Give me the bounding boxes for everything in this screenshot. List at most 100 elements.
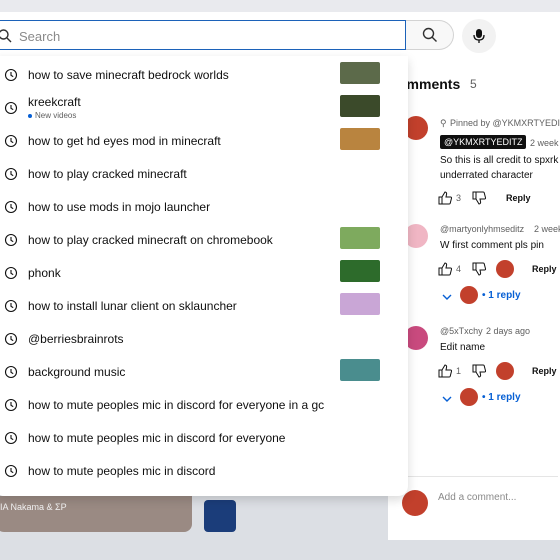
- creator-heart-avatar: [496, 362, 514, 380]
- search-button[interactable]: [406, 20, 454, 50]
- replies-count: 1 reply: [488, 290, 521, 301]
- new-videos-label: New videos: [28, 111, 76, 120]
- search-input[interactable]: [19, 25, 389, 47]
- history-icon: [4, 167, 18, 181]
- search-icon: [422, 27, 437, 42]
- suggestion-item[interactable]: how to play cracked minecraft: [0, 157, 408, 189]
- suggestion-item[interactable]: how to get hd eyes mod in minecraft: [0, 124, 408, 156]
- divider: [408, 476, 558, 477]
- suggestion-text: background music: [28, 365, 126, 379]
- new-dot-icon: [28, 113, 32, 118]
- comment-time[interactable]: 2 week: [530, 138, 559, 148]
- comment-author[interactable]: @YKMXRTYEDITZ: [440, 135, 527, 149]
- new-videos-text: New videos: [35, 111, 77, 120]
- history-icon: [4, 365, 18, 379]
- pinned-label: Pinned by @YKMXRTYEDITZ: [450, 118, 560, 128]
- suggestion-item[interactable]: kreekcraft New videos: [0, 91, 408, 123]
- suggestion-text: how to mute peoples mic in discord for e…: [28, 431, 286, 445]
- like-icon[interactable]: [438, 191, 452, 205]
- reply-button[interactable]: Reply: [532, 264, 557, 274]
- dislike-icon[interactable]: [472, 364, 486, 378]
- comments-panel: omments 5 ⚲ Pinned by @YKMXRTYEDITZ @YKM…: [388, 60, 560, 540]
- history-icon: [4, 299, 18, 313]
- suggestion-item[interactable]: how to mute peoples mic in discord: [0, 454, 408, 486]
- history-icon: [4, 266, 18, 280]
- creator-heart-avatar: [496, 260, 514, 278]
- suggestion-thumbnail: [340, 128, 380, 150]
- history-icon: [4, 431, 18, 445]
- view-replies-link[interactable]: • 1 reply: [482, 392, 521, 403]
- comments-count: 5: [470, 77, 477, 91]
- suggestion-thumbnail: [340, 227, 380, 249]
- masthead: [0, 12, 560, 60]
- suggestion-text: how to play cracked minecraft: [28, 167, 187, 181]
- history-icon: [4, 233, 18, 247]
- history-icon: [4, 68, 18, 82]
- comment-text: underrated character: [440, 170, 533, 181]
- channel-icon[interactable]: [204, 500, 236, 532]
- view-replies-link[interactable]: • 1 reply: [482, 290, 521, 301]
- history-icon: [4, 134, 18, 148]
- suggestion-item[interactable]: how to play cracked minecraft on chromeb…: [0, 223, 408, 255]
- avatar: [460, 388, 478, 406]
- like-count: 3: [456, 193, 462, 203]
- voice-search-button[interactable]: [462, 19, 496, 53]
- suggestion-item[interactable]: phonk: [0, 256, 408, 288]
- dislike-icon[interactable]: [472, 262, 486, 276]
- suggestion-text: how to mute peoples mic in discord for e…: [28, 398, 325, 412]
- suggestion-text: how to get hd eyes mod in minecraft: [28, 134, 221, 148]
- suggestion-text: how to install lunar client on sklaunche…: [28, 299, 237, 313]
- suggestion-item[interactable]: how to use mods in mojo launcher: [0, 190, 408, 222]
- comment-text: Edit name: [440, 342, 486, 353]
- microphone-icon: [473, 29, 485, 43]
- chevron-down-icon[interactable]: [442, 394, 452, 404]
- suggestion-text: @berriesbrainrots: [28, 332, 124, 346]
- suggestion-item[interactable]: how to mute peoples mic in discord for e…: [0, 421, 408, 453]
- like-icon[interactable]: [438, 364, 452, 378]
- video-thumbnail[interactable]: IA Nakama & ΣP: [0, 496, 192, 532]
- video-thumbnail-text: IA Nakama & ΣP: [0, 502, 67, 512]
- suggestion-item[interactable]: how to install lunar client on sklaunche…: [0, 289, 408, 321]
- pin-icon: ⚲: [440, 118, 447, 128]
- history-icon: [4, 398, 18, 412]
- suggestion-text: how to save minecraft bedrock worlds: [28, 68, 229, 82]
- history-icon: [4, 464, 18, 478]
- channel-thumbnail: [340, 95, 380, 117]
- chevron-down-icon[interactable]: [442, 292, 452, 302]
- suggestion-thumbnail: [340, 359, 380, 381]
- bottom-strip: [0, 540, 560, 560]
- reply-button[interactable]: Reply: [506, 193, 531, 203]
- comment-author[interactable]: @5xTxchy: [440, 326, 483, 336]
- browser-top-strip: [0, 0, 560, 12]
- like-icon[interactable]: [438, 262, 452, 276]
- replies-count: 1 reply: [488, 392, 521, 403]
- suggestion-item[interactable]: how to save minecraft bedrock worlds: [0, 58, 408, 90]
- suggestion-text: phonk: [28, 266, 61, 280]
- comment-text: So this is all credit to spxrk: [440, 155, 559, 166]
- avatar: [460, 286, 478, 304]
- suggestion-thumbnail: [340, 293, 380, 315]
- history-icon: [4, 200, 18, 214]
- like-count: 1: [456, 366, 462, 376]
- add-comment-input[interactable]: Add a comment...: [438, 492, 516, 503]
- search-icon: [0, 29, 12, 43]
- suggestion-item[interactable]: how to mute peoples mic in discord for e…: [0, 388, 408, 420]
- like-count: 4: [456, 264, 462, 274]
- suggestion-thumbnail: [340, 62, 380, 84]
- comment-time[interactable]: 2 week: [534, 224, 560, 234]
- history-icon: [4, 101, 18, 115]
- reply-button[interactable]: Reply: [532, 366, 557, 376]
- comment-text: W first comment pls pin: [440, 240, 544, 251]
- comment-author[interactable]: @martyonlyhmseditz: [440, 224, 524, 234]
- comment-time[interactable]: 2 days ago: [486, 326, 530, 336]
- history-icon: [4, 332, 18, 346]
- dislike-icon[interactable]: [472, 191, 486, 205]
- suggestion-item[interactable]: background music: [0, 355, 408, 387]
- suggestion-text: how to mute peoples mic in discord: [28, 464, 216, 478]
- search-box[interactable]: [0, 20, 406, 50]
- suggestion-text: kreekcraft: [28, 95, 81, 109]
- suggestion-item[interactable]: @berriesbrainrots: [0, 322, 408, 354]
- suggestion-thumbnail: [340, 260, 380, 282]
- search-suggestions-dropdown: how to save minecraft bedrock worlds kre…: [0, 56, 408, 496]
- my-avatar: [402, 490, 428, 516]
